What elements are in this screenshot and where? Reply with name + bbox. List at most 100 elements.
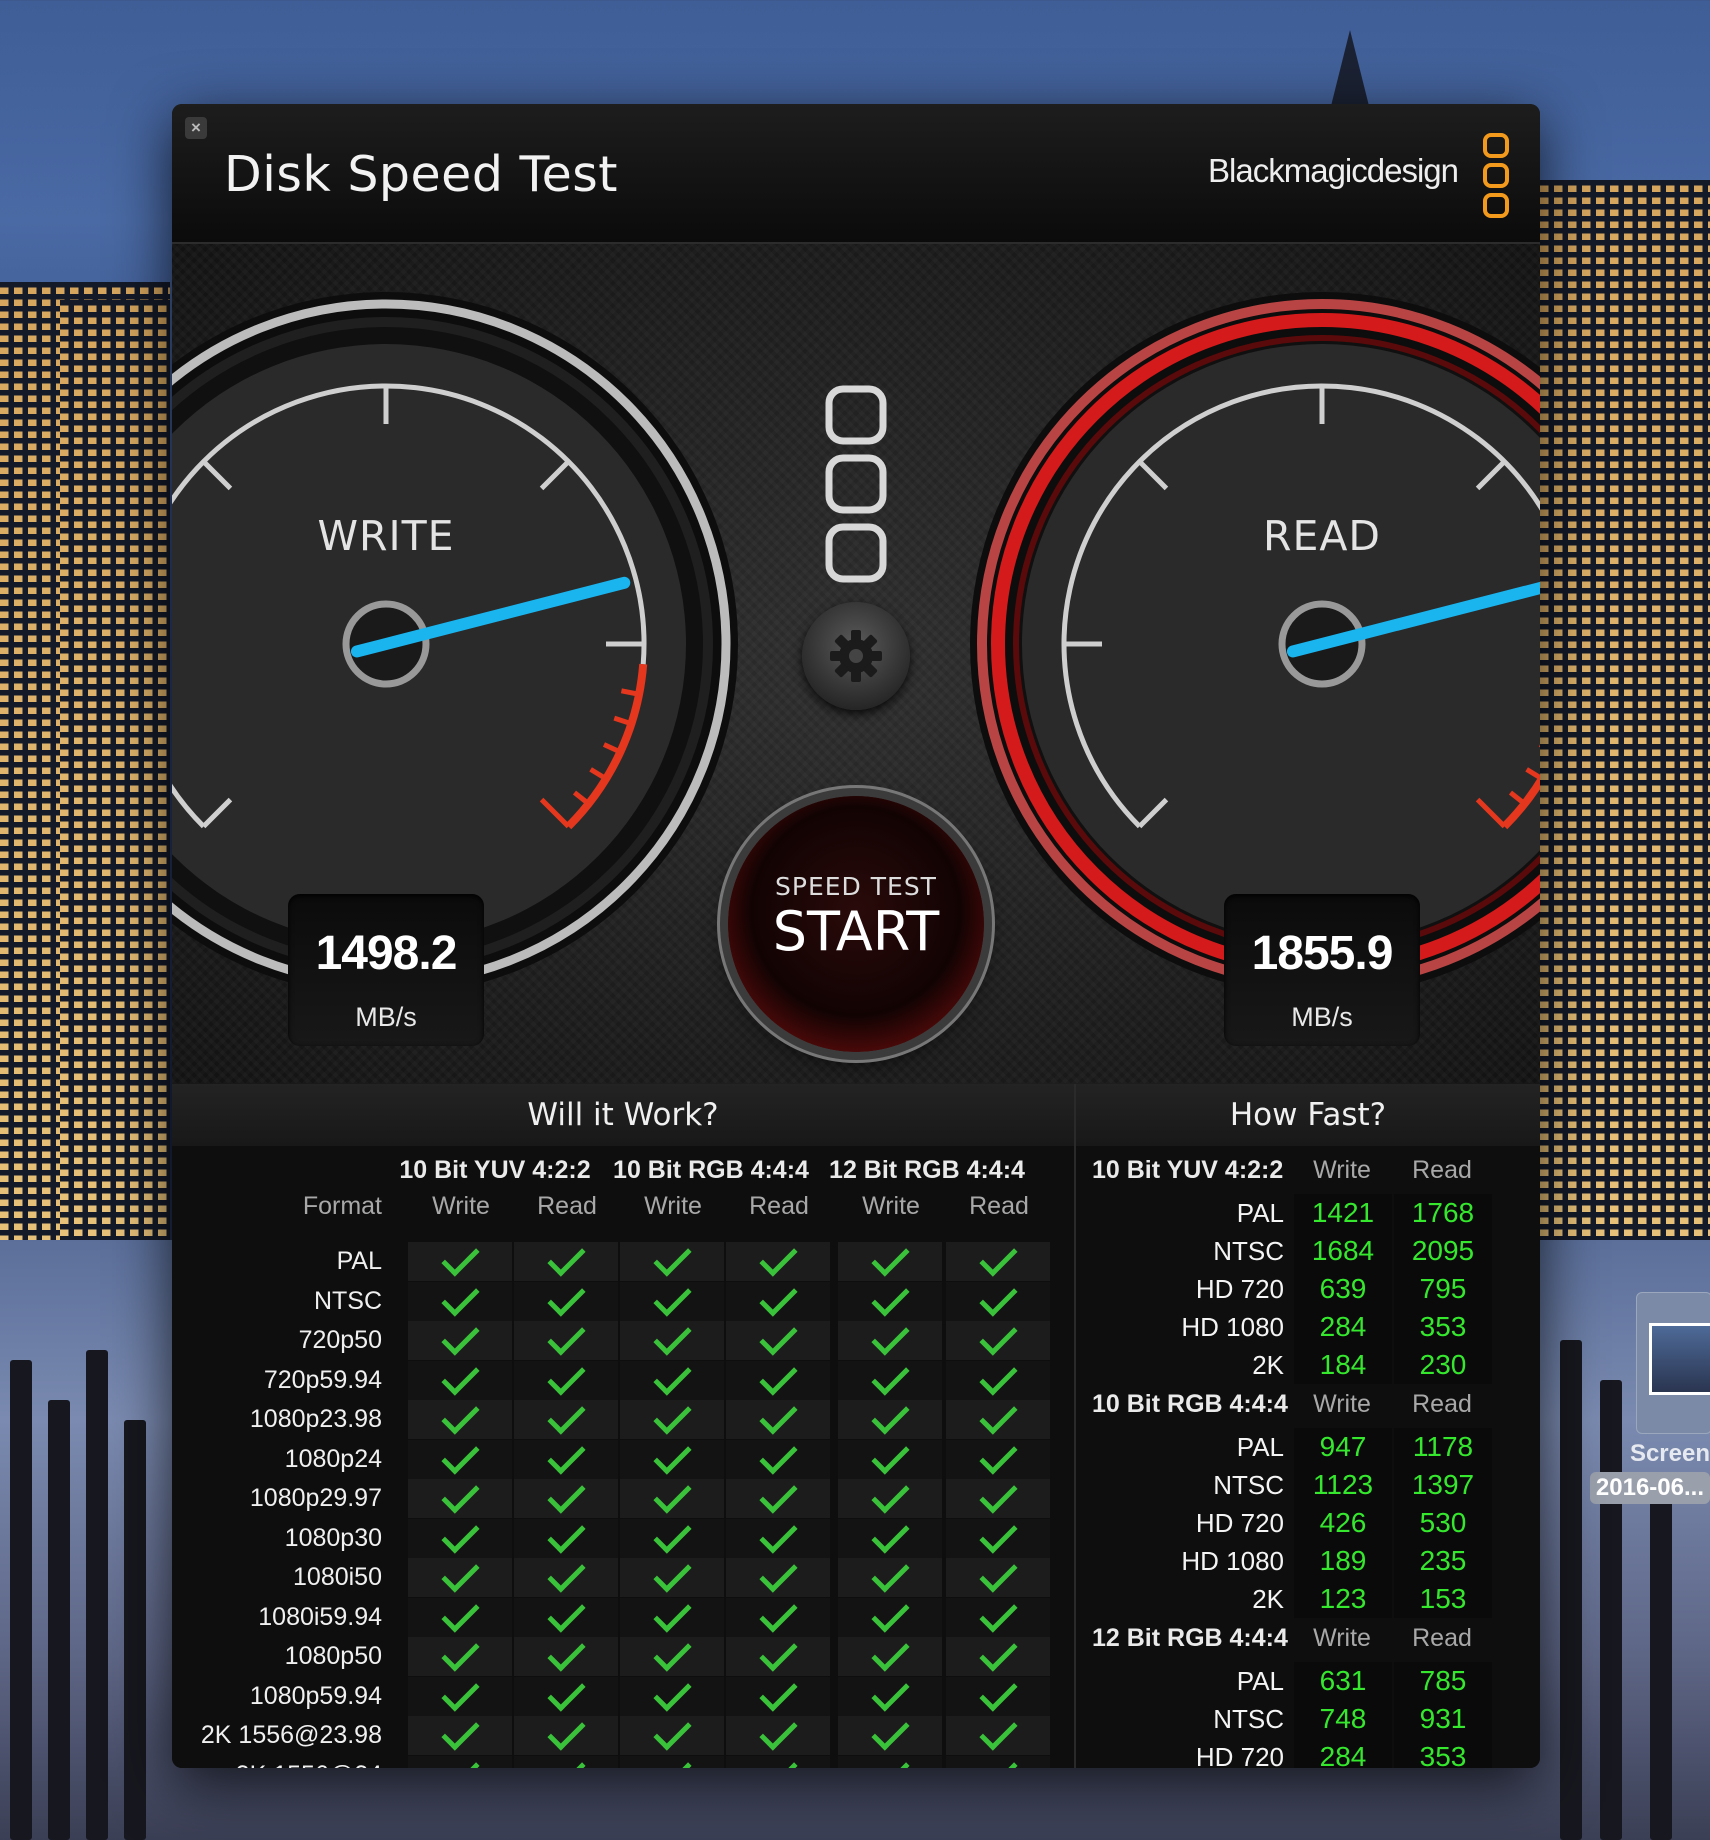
speed-group-header: 10 Bit RGB 4:4:4 (1092, 1390, 1288, 1418)
column-header: Write (1313, 1624, 1371, 1652)
read-gauge: READ 1855.9 MB/s (962, 284, 1540, 1046)
format-label: 2K (1252, 1584, 1284, 1614)
format-label: PAL (1236, 1432, 1284, 1462)
speed-row: HD 720 426 530 (172, 1504, 1540, 1542)
write-fps-value: 284 (1294, 1738, 1392, 1768)
speed-row: NTSC 1123 1397 (172, 1466, 1540, 1504)
format-label: HD 1080 (1181, 1312, 1284, 1342)
read-fps-value: 1178 (1394, 1428, 1492, 1466)
format-label: NTSC (1213, 1236, 1284, 1266)
write-gauge: WRITE 1498.2 MB/s (172, 284, 746, 1046)
write-fps-value: 426 (1294, 1504, 1392, 1542)
write-fps-value: 1421 (1294, 1194, 1392, 1232)
read-fps-value: 353 (1394, 1738, 1492, 1768)
building (1540, 180, 1710, 1280)
blackmagic-logo-icon (1483, 133, 1509, 218)
settings-button[interactable] (802, 602, 910, 710)
how-fast-title: How Fast? (1076, 1084, 1540, 1146)
speed-row: 2K 184 230 (172, 1346, 1540, 1384)
write-fps-value: 123 (1294, 1580, 1392, 1618)
format-label: NTSC (1213, 1704, 1284, 1734)
format-label: PAL (1236, 1666, 1284, 1696)
read-fps-value: 153 (1394, 1580, 1492, 1618)
speed-row: HD 720 639 795 (172, 1270, 1540, 1308)
speed-group-header: 10 Bit YUV 4:2:2 (1092, 1156, 1284, 1184)
read-readout: 1855.9 MB/s (1224, 894, 1420, 1046)
format-label: HD 1080 (1181, 1546, 1284, 1576)
format-group-header: 10 Bit RGB 4:4:4 (613, 1156, 809, 1184)
read-fps-value: 931 (1394, 1700, 1492, 1738)
speed-row: NTSC 748 931 (172, 1700, 1540, 1738)
format-label: HD 720 (1195, 1508, 1284, 1538)
results-panel: Will it Work? How Fast? Format 10 Bit YU… (172, 1084, 1540, 1768)
read-fps-value: 795 (1394, 1270, 1492, 1308)
read-fps-value: 2095 (1394, 1232, 1492, 1270)
read-fps-value: 1397 (1394, 1466, 1492, 1504)
speed-row: PAL 1421 1768 (172, 1194, 1540, 1232)
write-fps-value: 1684 (1294, 1232, 1392, 1270)
format-label: PAL (1236, 1198, 1284, 1228)
read-fps-value: 353 (1394, 1308, 1492, 1346)
desktop-file-thumbnail[interactable] (1636, 1292, 1710, 1434)
column-header: Read (1412, 1390, 1472, 1418)
speed-row: 2K 123 153 (172, 1580, 1540, 1618)
piling (1650, 1500, 1672, 1840)
gauge-minor-tick (620, 688, 640, 697)
format-label: HD 720 (1195, 1742, 1284, 1768)
read-fps-value: 235 (1394, 1542, 1492, 1580)
write-fps-value: 748 (1294, 1700, 1392, 1738)
read-fps-value: 1768 (1394, 1194, 1492, 1232)
start-button-label: START (772, 900, 940, 963)
read-speed-value: 1855.9 (1251, 927, 1394, 980)
write-speed-value: 1498.2 (315, 927, 458, 980)
format-group-header: 12 Bit RGB 4:4:4 (829, 1156, 1025, 1184)
write-fps-value: 639 (1294, 1270, 1392, 1308)
read-fps-value: 785 (1394, 1662, 1492, 1700)
file-date: 2016-06... (1589, 1472, 1710, 1504)
write-speed-unit: MB/s (355, 1002, 417, 1032)
speed-group-header: 12 Bit RGB 4:4:4 (1092, 1624, 1288, 1652)
column-header: Read (1412, 1624, 1472, 1652)
format-group-header: 10 Bit YUV 4:2:2 (399, 1156, 591, 1184)
speed-row: PAL 947 1178 (172, 1428, 1540, 1466)
speed-row: HD 720 284 353 (172, 1738, 1540, 1768)
write-fps-value: 189 (1294, 1542, 1392, 1580)
read-fps-value: 530 (1394, 1504, 1492, 1542)
app-title: Disk Speed Test (224, 146, 618, 203)
blackmagic-logo-icon (825, 385, 887, 583)
will-it-work-title: Will it Work? (172, 1084, 1074, 1146)
read-gauge-label: READ (1262, 512, 1381, 560)
write-fps-value: 284 (1294, 1308, 1392, 1346)
brand-name: Blackmagicdesign (1208, 152, 1459, 189)
disk-speed-test-window: × Disk Speed Test Blackmagicdesign WRITE… (172, 104, 1540, 1768)
start-button-subtitle: SPEED TEST (775, 872, 937, 901)
write-fps-value: 184 (1294, 1346, 1392, 1384)
building (60, 300, 170, 1250)
spire (1330, 30, 1370, 110)
format-label: NTSC (1213, 1470, 1284, 1500)
speed-row: HD 1080 189 235 (172, 1542, 1540, 1580)
gear-icon (830, 630, 882, 682)
read-fps-value: 230 (1394, 1346, 1492, 1384)
write-gauge-label: WRITE (317, 512, 455, 560)
speed-row: PAL 631 785 (172, 1662, 1540, 1700)
column-header: Write (1313, 1156, 1371, 1184)
file-name: Screen (1629, 1440, 1710, 1467)
write-readout: 1498.2 MB/s (288, 894, 484, 1046)
column-header: Read (1412, 1156, 1472, 1184)
read-speed-unit: MB/s (1291, 1002, 1353, 1032)
speed-row: HD 1080 284 353 (172, 1308, 1540, 1346)
desktop-file-label[interactable]: Screen 2016-06... (1580, 1440, 1710, 1504)
gauge-panel: WRITE 1498.2 MB/s READ 1855.9 MB/s SPEED… (172, 244, 1540, 1084)
piling (1560, 1340, 1582, 1840)
speed-row: NTSC 1684 2095 (172, 1232, 1540, 1270)
write-fps-value: 1123 (1294, 1466, 1392, 1504)
close-icon[interactable]: × (185, 117, 207, 139)
title-bar: × Disk Speed Test Blackmagicdesign (172, 104, 1540, 244)
write-fps-value: 631 (1294, 1662, 1392, 1700)
column-header: Write (1313, 1390, 1371, 1418)
format-label: 2K (1252, 1350, 1284, 1380)
format-label: HD 720 (1195, 1274, 1284, 1304)
write-fps-value: 947 (1294, 1428, 1392, 1466)
start-button[interactable]: SPEED TEST START (728, 796, 984, 1052)
